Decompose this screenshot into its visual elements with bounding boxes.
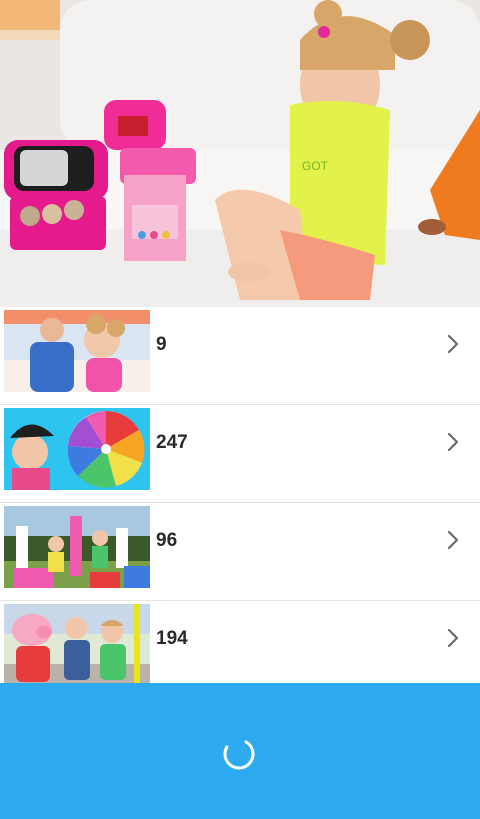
loading-footer	[0, 683, 480, 819]
video-thumbnail	[4, 310, 150, 392]
chevron-right-icon	[447, 432, 459, 452]
video-thumbnail	[4, 506, 150, 588]
svg-text:GOT: GOT	[302, 159, 329, 173]
loading-spinner-icon	[223, 738, 255, 770]
video-list: 9 247 96 194	[0, 307, 480, 698]
chevron-right-icon	[447, 628, 459, 648]
chevron-right-icon	[447, 334, 459, 354]
list-item[interactable]: 96	[0, 503, 480, 601]
featured-image: GOT	[0, 0, 480, 307]
video-thumbnail	[4, 604, 150, 686]
view-count: 96	[156, 530, 178, 551]
chevron-right-icon	[447, 530, 459, 550]
list-item[interactable]: 9	[0, 307, 480, 405]
view-count: 9	[156, 334, 167, 355]
view-count: 247	[156, 432, 188, 453]
app-screen: GOT 9 247 96 194	[0, 0, 480, 819]
featured-video-thumbnail[interactable]: GOT	[0, 0, 480, 307]
video-thumbnail	[4, 408, 150, 490]
list-item[interactable]: 247	[0, 405, 480, 503]
view-count: 194	[156, 628, 188, 649]
